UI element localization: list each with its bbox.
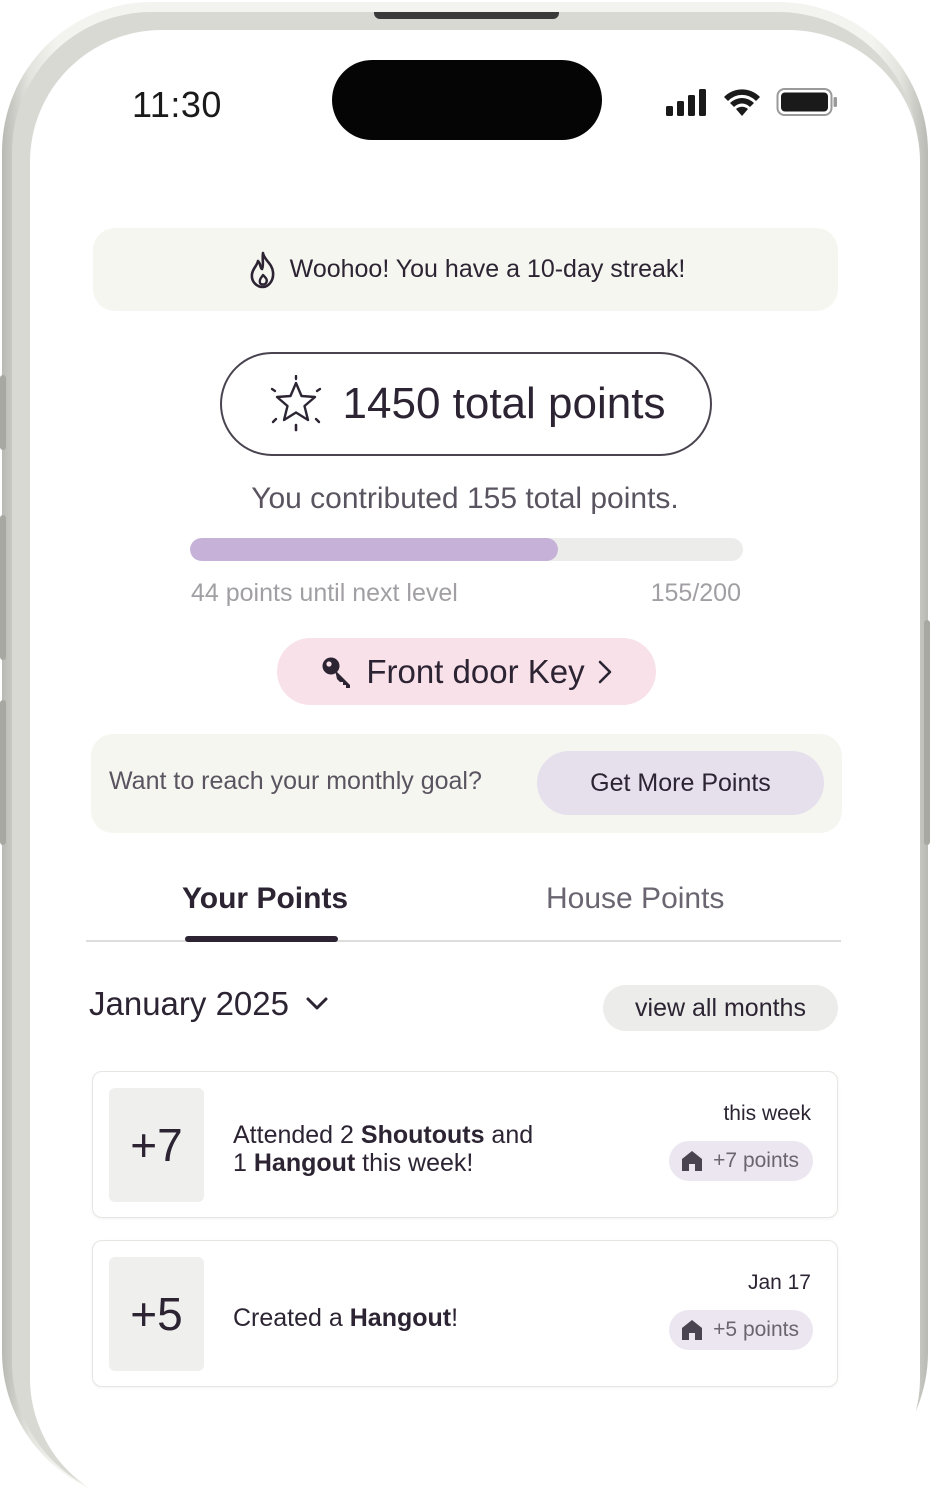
get-more-points-button[interactable]: Get More Points [537, 751, 824, 815]
entry-points-chip: +5 points [669, 1310, 813, 1350]
chevron-down-icon [306, 997, 328, 1010]
status-time: 11:30 [132, 84, 222, 125]
active-tab-indicator [185, 936, 338, 942]
flame-icon [250, 251, 275, 288]
monthly-goal-card: Want to reach your monthly goal? Get Mor… [91, 734, 842, 833]
house-icon [682, 1320, 703, 1340]
entry-points-badge: +5 [109, 1257, 204, 1371]
entry-points-chip: +7 points [669, 1141, 813, 1181]
monthly-goal-text: Want to reach your monthly goal? [109, 767, 482, 795]
entry-points-badge: +7 [109, 1088, 204, 1202]
star-icon [270, 375, 321, 432]
view-all-months-button[interactable]: view all months [603, 985, 838, 1031]
points-until-next-level: 44 points until next level [191, 579, 458, 607]
level-progress-bar [190, 538, 743, 561]
front-door-key-label: Front door Key [366, 652, 585, 690]
entry-points-chip-label: +7 points [713, 1149, 799, 1172]
level-progress-fill [190, 538, 558, 561]
entry-description: Created a Hangout! [233, 1304, 458, 1332]
status-icons [666, 86, 838, 118]
front-door-key-button[interactable]: Front door Key [277, 638, 656, 705]
volume-up-button [0, 515, 6, 660]
entry-date: Jan 17 [747, 1271, 811, 1294]
power-button [924, 620, 930, 845]
entry-description-line: Attended 2 Shoutouts and [233, 1121, 534, 1149]
top-speaker [374, 12, 559, 19]
points-tabs: Your Points House Points [86, 870, 841, 942]
tab-your-points[interactable]: Your Points [182, 882, 348, 916]
entry-points-chip-label: +5 points [713, 1318, 799, 1341]
key-icon [322, 657, 351, 688]
total-points-label: 1450 total points [342, 379, 666, 428]
streak-banner: Woohoo! You have a 10-day streak! [93, 228, 838, 311]
level-progress-ratio: 155/200 [650, 579, 741, 607]
entry-description-line: Created a Hangout! [233, 1304, 459, 1332]
wifi-icon [724, 89, 760, 116]
chevron-right-icon [598, 660, 611, 683]
volume-down-button [0, 700, 6, 845]
tab-house-points[interactable]: House Points [546, 882, 724, 916]
month-dropdown[interactable]: January 2025 [89, 985, 329, 1023]
points-entry-card[interactable]: +5 Created a Hangout! Jan 17 +5 points [92, 1240, 838, 1387]
streak-text: Woohoo! You have a 10-day streak! [289, 255, 686, 283]
entry-date: this week [723, 1102, 811, 1125]
dynamic-island [332, 60, 602, 140]
battery-icon [776, 88, 837, 116]
month-dropdown-label: January 2025 [89, 985, 289, 1022]
entry-description-line: 1 Hangout this week! [233, 1149, 474, 1177]
cellular-signal-icon [666, 89, 706, 116]
action-button [0, 375, 6, 450]
entry-description: Attended 2 Shoutouts and 1 Hangout this … [233, 1121, 533, 1177]
contribution-text: You contributed 155 total points. [251, 482, 679, 515]
points-entry-card[interactable]: +7 Attended 2 Shoutouts and 1 Hangout th… [92, 1071, 838, 1218]
total-points-pill: 1450 total points [220, 352, 712, 456]
house-icon [682, 1151, 703, 1171]
